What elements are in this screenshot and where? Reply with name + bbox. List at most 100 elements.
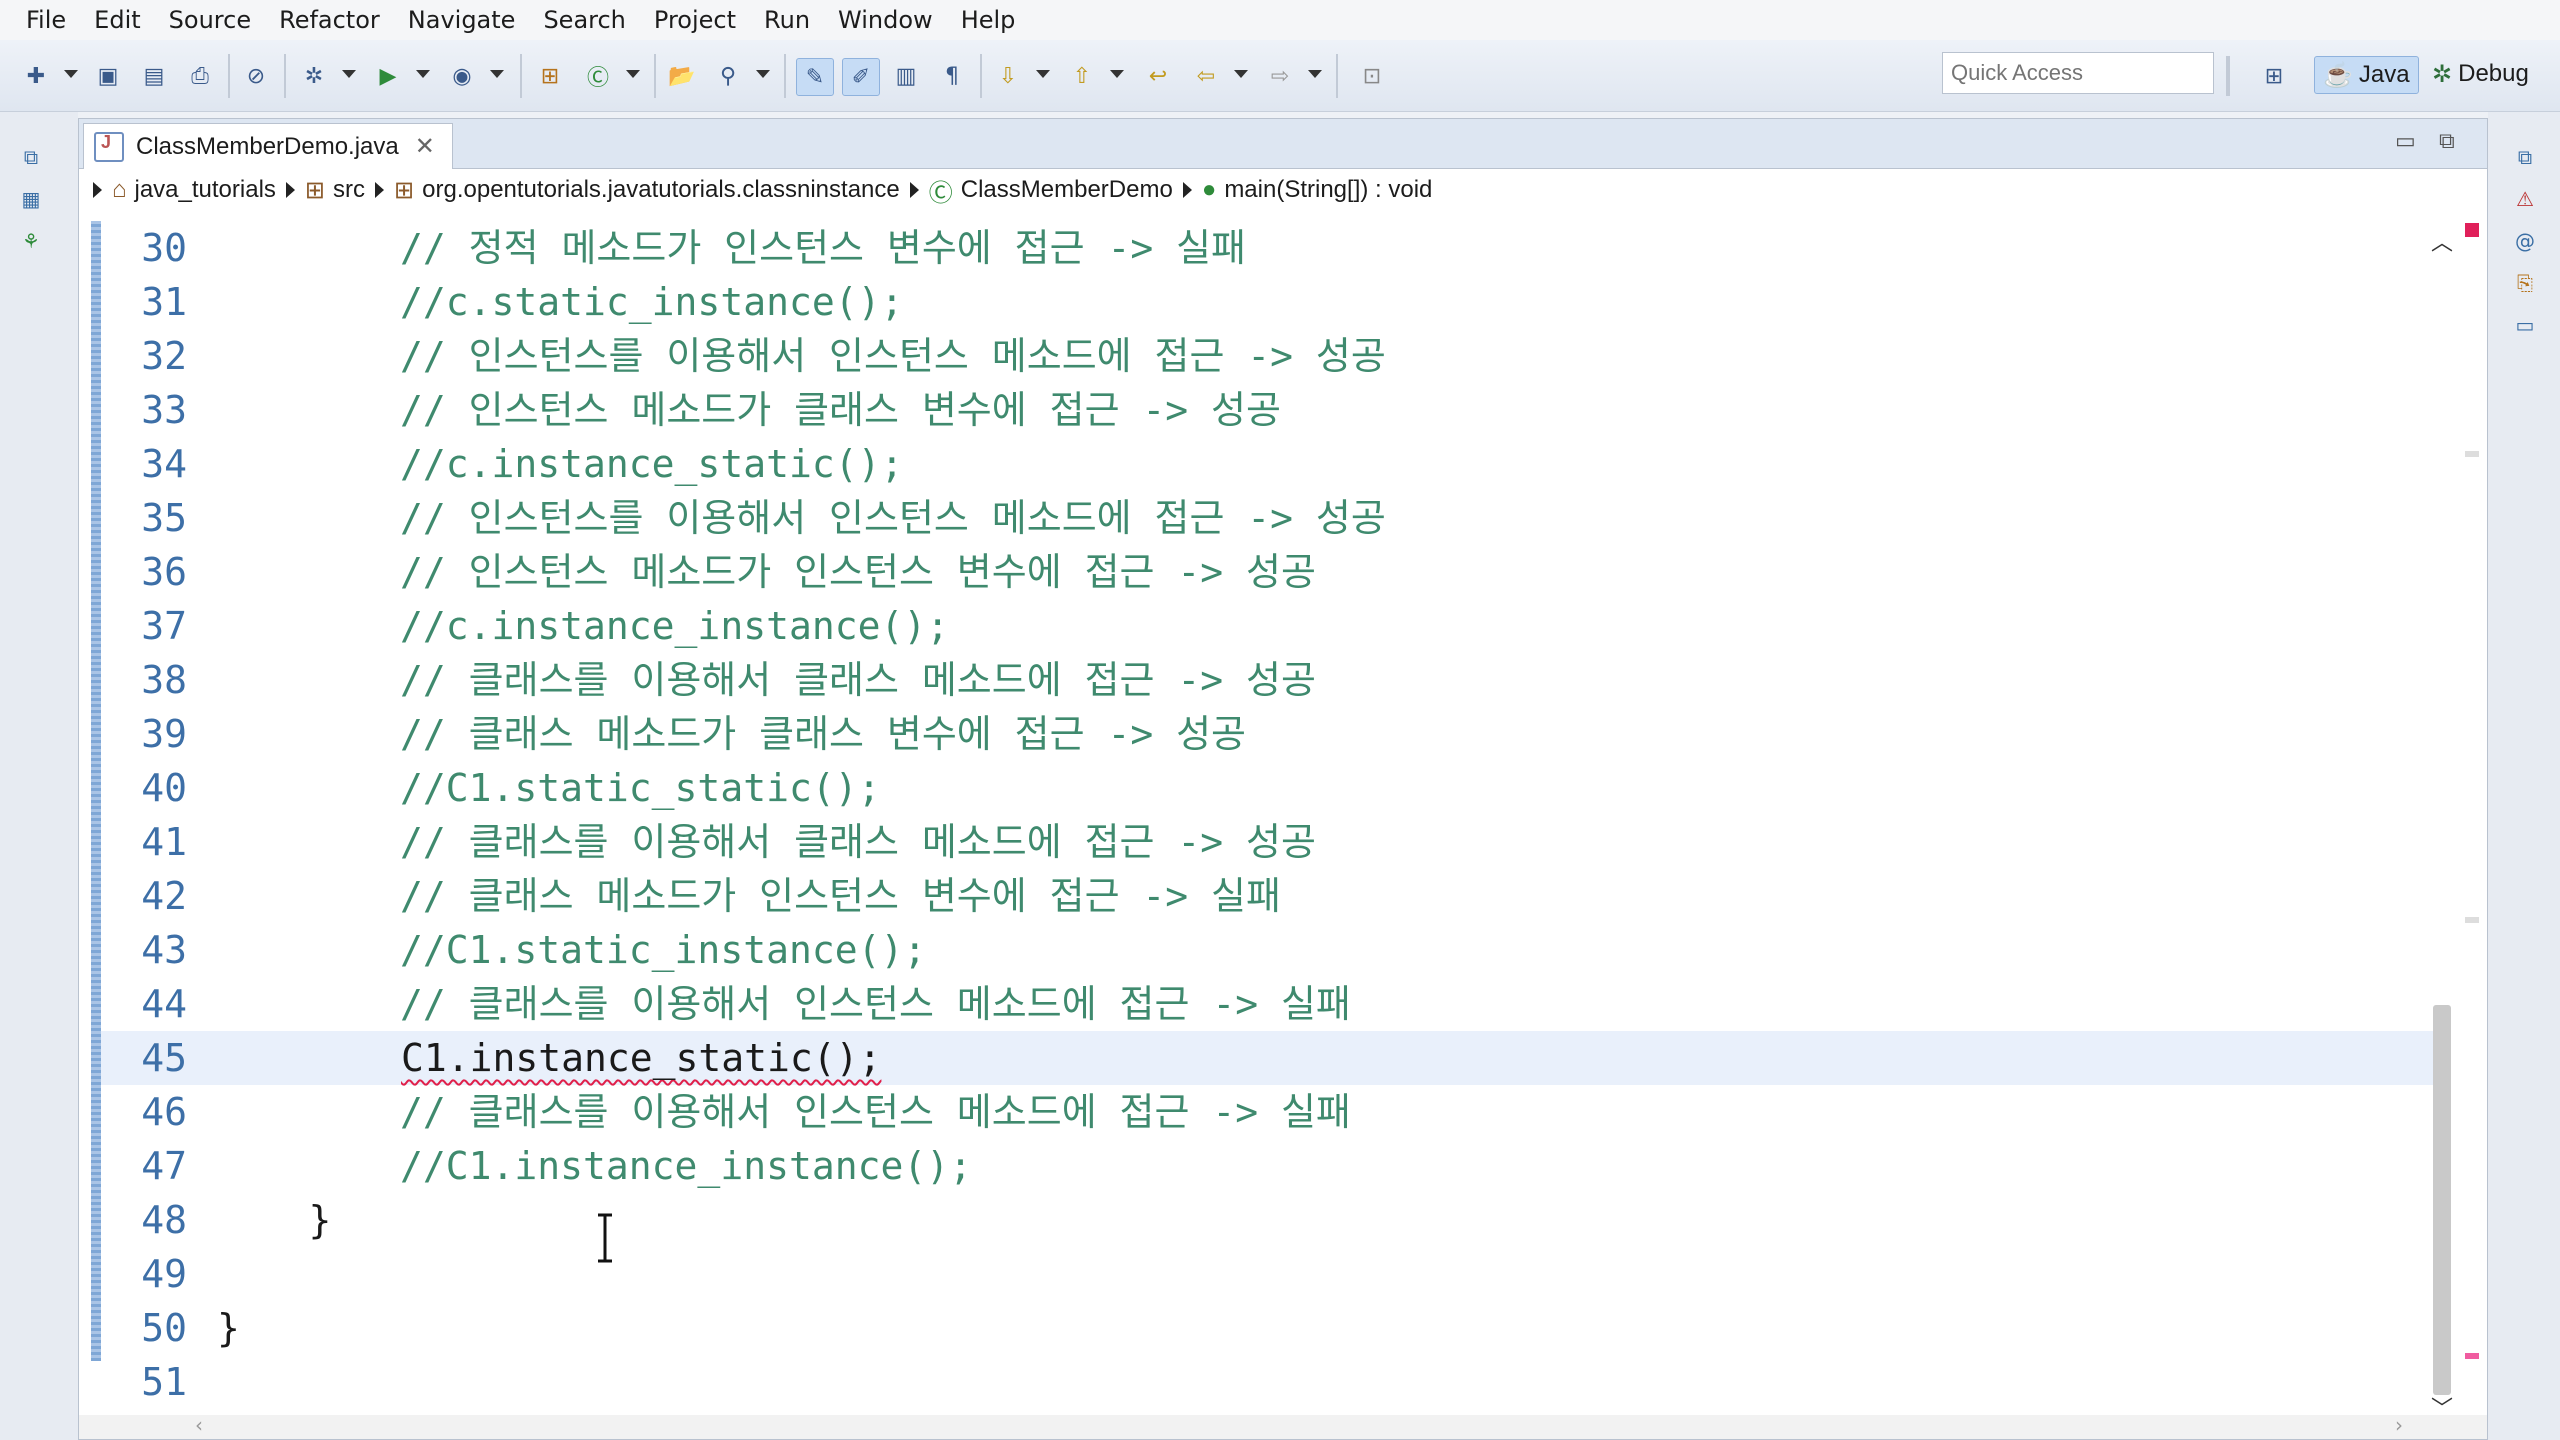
menu-source[interactable]: Source xyxy=(155,0,265,40)
maximize-icon[interactable]: ⧉ xyxy=(2439,129,2455,154)
breadcrumb-arrow-icon[interactable] xyxy=(1182,182,1192,198)
code-line[interactable]: 48 } xyxy=(101,1193,2437,1247)
breadcrumb-arrow-icon[interactable] xyxy=(285,182,295,198)
menu-navigate[interactable]: Navigate xyxy=(394,0,530,40)
breadcrumb-arrow-icon[interactable] xyxy=(909,182,919,198)
new-package-icon[interactable]: ⊞ xyxy=(532,58,568,94)
code-line[interactable]: 40 //C1.static_static(); xyxy=(101,761,2437,815)
next-annotation-dropdown-icon[interactable] xyxy=(1036,70,1050,78)
next-annotation-icon[interactable]: ⇩ xyxy=(990,58,1026,94)
package-explorer-icon[interactable]: ▦ xyxy=(18,186,44,212)
quick-access-input[interactable] xyxy=(1942,52,2214,94)
horizontal-scrollbar[interactable]: ‹ › xyxy=(79,1413,2487,1439)
declaration-icon[interactable]: ⎘ xyxy=(2512,270,2538,296)
search-dropdown-icon[interactable] xyxy=(756,70,770,78)
code-line[interactable]: 36 // 인스턴스 메소드가 인스턴스 변수에 접근 -> 성공 xyxy=(101,545,2437,599)
menu-project[interactable]: Project xyxy=(640,0,750,40)
code-line[interactable]: 30 // 정적 메소드가 인스턴스 변수에 접근 -> 실패 xyxy=(101,221,2437,275)
console-icon[interactable]: ▭ xyxy=(2512,312,2538,338)
breadcrumb-src[interactable]: ⊞ src xyxy=(305,176,365,205)
menu-file[interactable]: File xyxy=(12,0,80,40)
breadcrumb-project[interactable]: ⌂ java_tutorials xyxy=(112,176,276,204)
print-icon[interactable]: ⎙ xyxy=(182,58,218,94)
previous-annotation-icon[interactable]: ⇧ xyxy=(1064,58,1100,94)
hierarchy-icon[interactable]: ⚘ xyxy=(18,228,44,254)
menu-search[interactable]: Search xyxy=(529,0,639,40)
new-class-dropdown-icon[interactable] xyxy=(626,70,640,78)
code-line[interactable]: 50} xyxy=(101,1301,2437,1355)
code-line[interactable]: 37 //c.instance_instance(); xyxy=(101,599,2437,653)
last-edit-location-icon[interactable]: ↩ xyxy=(1140,58,1176,94)
block-selection-icon[interactable]: ▥ xyxy=(888,58,924,94)
forward-dropdown-icon[interactable] xyxy=(1308,70,1322,78)
debug-perspective-button[interactable]: ✲ Debug xyxy=(2424,56,2537,92)
code-line[interactable]: 44 // 클래스를 이용해서 인스턴스 메소드에 접근 -> 실패 xyxy=(101,977,2437,1031)
vertical-scrollbar[interactable]: ︿ ﹀ xyxy=(2425,221,2459,1422)
run-icon[interactable]: ▶ xyxy=(370,58,406,94)
new-dropdown-icon[interactable] xyxy=(64,70,78,78)
pin-editor-icon[interactable]: ⊡ xyxy=(1354,58,1390,94)
search-icon[interactable]: ⚲ xyxy=(710,58,746,94)
previous-annotation-dropdown-icon[interactable] xyxy=(1110,70,1124,78)
code-line[interactable]: 32 // 인스턴스를 이용해서 인스턴스 메소드에 접근 -> 성공 xyxy=(101,329,2437,383)
close-tab-icon[interactable]: ✕ xyxy=(415,132,435,161)
breadcrumb-class[interactable]: Ⓒ ClassMemberDemo xyxy=(929,173,1173,208)
back-icon[interactable]: ⇦ xyxy=(1188,58,1224,94)
breadcrumb-package[interactable]: ⊞ org.opentutorials.javatutorials.classn… xyxy=(394,176,900,205)
breadcrumb-method[interactable]: ● main(String[]) : void xyxy=(1202,176,1433,204)
menu-run[interactable]: Run xyxy=(750,0,824,40)
code-line[interactable]: 46 // 클래스를 이용해서 인스턴스 메소드에 접근 -> 실패 xyxy=(101,1085,2437,1139)
code-line[interactable]: 41 // 클래스를 이용해서 클래스 메소드에 접근 -> 성공 xyxy=(101,815,2437,869)
coverage-icon[interactable]: ◉ xyxy=(444,58,480,94)
open-perspective-icon[interactable]: ⊞ xyxy=(2256,58,2292,94)
show-whitespace-icon[interactable]: ¶ xyxy=(934,58,970,94)
breadcrumb-arrow-icon[interactable] xyxy=(375,182,385,198)
scroll-thumb[interactable] xyxy=(2433,1005,2451,1395)
new-icon[interactable]: ✚ xyxy=(18,58,54,94)
run-dropdown-icon[interactable] xyxy=(416,70,430,78)
code-line[interactable]: 38 // 클래스를 이용해서 클래스 메소드에 접근 -> 성공 xyxy=(101,653,2437,707)
menu-edit[interactable]: Edit xyxy=(80,0,154,40)
code-line[interactable]: 49 xyxy=(101,1247,2437,1301)
java-perspective-button[interactable]: ☕ Java xyxy=(2314,56,2419,94)
editor-tab[interactable]: ClassMemberDemo.java ✕ xyxy=(83,123,453,169)
code-line[interactable]: 39 // 클래스 메소드가 클래스 변수에 접근 -> 성공 xyxy=(101,707,2437,761)
debug-dropdown-icon[interactable] xyxy=(342,70,356,78)
code-line[interactable]: 31 //c.static_instance(); xyxy=(101,275,2437,329)
skip-breakpoints-icon[interactable]: ⊘ xyxy=(238,58,274,94)
code-line[interactable]: 51 xyxy=(101,1355,2437,1409)
new-class-icon[interactable]: Ⓒ xyxy=(580,58,616,94)
open-type-icon[interactable]: 📂 xyxy=(664,58,700,94)
problems-icon[interactable]: ⚠ xyxy=(2512,186,2538,212)
scroll-up-icon[interactable]: ︿ xyxy=(2431,225,2453,257)
code-line[interactable]: 47 //C1.instance_instance(); xyxy=(101,1139,2437,1193)
menu-help[interactable]: Help xyxy=(947,0,1030,40)
code-area[interactable]: 30 // 정적 메소드가 인스턴스 변수에 접근 -> 실패 31 //c.st… xyxy=(101,221,2437,1421)
code-line[interactable]: 43 //C1.static_instance(); xyxy=(101,923,2437,977)
forward-icon[interactable]: ⇨ xyxy=(1262,58,1298,94)
toggle-mark-occurrences-icon[interactable]: ✎ xyxy=(796,58,834,96)
breadcrumb-arrow-icon[interactable] xyxy=(93,182,102,198)
menu-window[interactable]: Window xyxy=(824,0,947,40)
save-all-icon[interactable]: ▤ xyxy=(136,58,172,94)
coverage-dropdown-icon[interactable] xyxy=(490,70,504,78)
code-line[interactable]: 42 // 클래스 메소드가 인스턴스 변수에 접근 -> 실패 xyxy=(101,869,2437,923)
menu-refactor[interactable]: Refactor xyxy=(265,0,394,40)
code-line[interactable]: 34 //c.instance_static(); xyxy=(101,437,2437,491)
toggle-highlight-icon[interactable]: ✐ xyxy=(842,58,880,96)
scroll-right-icon[interactable]: › xyxy=(2395,1413,2403,1437)
scroll-left-icon[interactable]: ‹ xyxy=(195,1413,203,1437)
code-line[interactable]: 35 // 인스턴스를 이용해서 인스턴스 메소드에 접근 -> 성공 xyxy=(101,491,2437,545)
save-icon[interactable]: ▣ xyxy=(90,58,126,94)
line-number: 46 xyxy=(141,1090,187,1134)
javadoc-icon[interactable]: @ xyxy=(2512,228,2538,254)
minimize-icon[interactable]: ▭ xyxy=(2395,129,2416,154)
debug-icon[interactable]: ✲ xyxy=(296,58,332,94)
restore-icon[interactable]: ⧉ xyxy=(2512,144,2538,170)
error-overview-marker[interactable] xyxy=(2465,223,2479,237)
back-dropdown-icon[interactable] xyxy=(1234,70,1248,78)
code-line[interactable]: 33 // 인스턴스 메소드가 클래스 변수에 접근 -> 성공 xyxy=(101,383,2437,437)
error-overview-marker[interactable] xyxy=(2465,1353,2479,1359)
restore-icon[interactable]: ⧉ xyxy=(18,144,44,170)
code-line[interactable]: 45✕C1.instance_static(); xyxy=(101,1031,2437,1085)
